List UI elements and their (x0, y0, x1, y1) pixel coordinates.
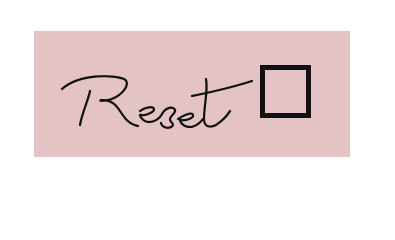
checkbox-square-icon[interactable] (260, 65, 311, 118)
reset-button[interactable]: Reset (34, 31, 350, 157)
reset-label-text: Reset (34, 31, 35, 32)
canvas: Reset (0, 0, 395, 200)
reset-label-script (52, 51, 272, 137)
